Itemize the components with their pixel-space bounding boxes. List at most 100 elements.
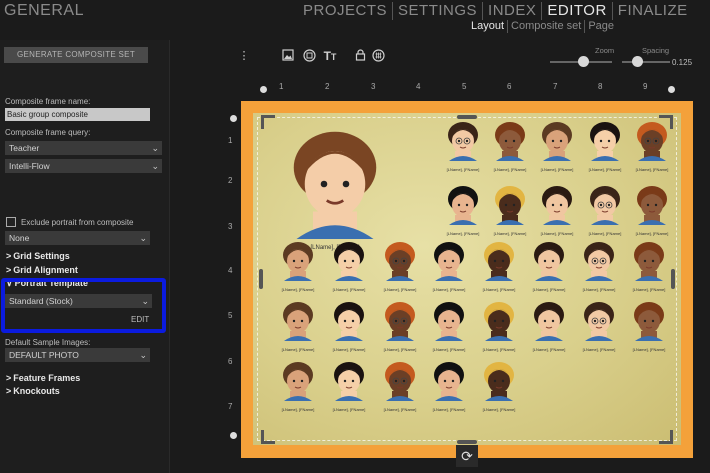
sample-images-label: Default Sample Images:: [5, 338, 91, 347]
spacing-label: Spacing: [642, 46, 670, 55]
student-name: [LName], [FName]: [540, 231, 574, 236]
more-vertical-icon[interactable]: ⋮: [237, 49, 251, 63]
student-portrait[interactable]: [LName], [FName]: [524, 239, 574, 301]
text-icon[interactable]: TT: [323, 49, 337, 63]
crop-handle-bottom[interactable]: [457, 440, 477, 444]
section-grid-alignment-label: Grid Alignment: [13, 265, 78, 275]
student-portrait[interactable]: [LName], [FName]: [375, 359, 425, 421]
student-portrait[interactable]: [LName], [FName]: [424, 299, 474, 361]
student-name: [LName], [FName]: [635, 231, 669, 236]
ruler-v-tick: 4: [228, 266, 233, 275]
student-portrait[interactable]: [LName], [FName]: [438, 183, 488, 245]
student-portrait[interactable]: [LName], [FName]: [273, 359, 323, 421]
section-grid-settings[interactable]: > Grid Settings: [6, 251, 70, 261]
student-portrait[interactable]: [LName], [FName]: [532, 119, 582, 181]
tab-projects[interactable]: PROJECTS: [298, 2, 392, 20]
student-portrait[interactable]: [LName], [FName]: [532, 183, 582, 245]
ruler-marker-top[interactable]: [230, 115, 237, 122]
student-portrait[interactable]: [LName], [FName]: [574, 299, 624, 361]
student-avatar: [587, 121, 623, 161]
student-portrait[interactable]: [LName], [FName]: [624, 299, 674, 361]
ruler-v-tick: 3: [228, 222, 233, 231]
crop-handle-top[interactable]: [457, 115, 477, 119]
student-portrait[interactable]: [LName], [FName]: [474, 359, 524, 421]
student-portrait[interactable]: [LName], [FName]: [580, 183, 630, 245]
tab-editor[interactable]: EDITOR: [541, 2, 611, 20]
generate-composite-set-button[interactable]: GENERATE COMPOSITE SET: [4, 47, 148, 63]
student-portrait[interactable]: [LName], [FName]: [424, 359, 474, 421]
rotate-refresh-button[interactable]: ⟳: [456, 445, 478, 467]
crop-corner-tr[interactable]: [659, 115, 673, 129]
exclude-portrait-checkbox[interactable]: [6, 217, 16, 227]
ruler-h-tick: 4: [416, 82, 421, 91]
student-portrait[interactable]: [LName], [FName]: [574, 239, 624, 301]
ruler-marker-bottom[interactable]: [230, 432, 237, 439]
student-name: [LName], [FName]: [582, 287, 616, 292]
student-portrait[interactable]: [LName], [FName]: [438, 119, 488, 181]
image-icon[interactable]: [281, 49, 295, 63]
crop-corner-bl[interactable]: [261, 430, 275, 444]
composite-background: [LName], [FName] [LName], [FName] [LName],…: [253, 113, 681, 445]
section-knockouts[interactable]: > Knockouts: [6, 386, 60, 396]
query-select-intelliflow[interactable]: Intelli-Flow ⌄: [5, 159, 162, 173]
crop-handle-right[interactable]: [671, 269, 675, 289]
student-portrait[interactable]: [LName], [FName]: [273, 299, 323, 361]
student-name: [LName], [FName]: [446, 167, 480, 172]
query-select-teacher[interactable]: Teacher ⌄: [5, 141, 162, 155]
composite-page[interactable]: [LName], [FName] [LName], [FName] [LName],…: [241, 101, 693, 458]
frame-name-input[interactable]: Basic group composite: [5, 108, 150, 121]
student-portrait[interactable]: [LName], [FName]: [273, 239, 323, 301]
spacing-slider-track[interactable]: [622, 61, 670, 63]
student-avatar: [631, 301, 667, 341]
ruler-marker-right[interactable]: [668, 86, 675, 93]
lock-icon[interactable]: [353, 49, 367, 63]
ruler-v-tick: 6: [228, 357, 233, 366]
student-portrait[interactable]: [LName], [FName]: [324, 359, 374, 421]
spacing-slider-knob[interactable]: [632, 56, 643, 67]
crop-corner-tl[interactable]: [261, 115, 275, 129]
student-portrait[interactable]: [LName], [FName]: [474, 299, 524, 361]
student-portrait[interactable]: [LName], [FName]: [474, 239, 524, 301]
zoom-slider-knob[interactable]: [578, 56, 589, 67]
exclude-select[interactable]: None ⌄: [5, 231, 150, 245]
tab-settings[interactable]: SETTINGS: [392, 2, 482, 20]
section-grid-alignment[interactable]: > Grid Alignment: [6, 265, 78, 275]
student-name: [LName], [FName]: [482, 287, 516, 292]
student-avatar: [331, 301, 367, 341]
frame-icon[interactable]: [302, 49, 316, 63]
student-name: [LName], [FName]: [635, 167, 669, 172]
student-avatar: [531, 241, 567, 281]
subtab-layout[interactable]: Layout: [468, 20, 507, 33]
chevron-down-icon: ⌄: [151, 143, 159, 153]
crop-corner-br[interactable]: [659, 430, 673, 444]
student-portrait[interactable]: [LName], [FName]: [424, 239, 474, 301]
student-portrait[interactable]: [LName], [FName]: [375, 299, 425, 361]
student-portrait[interactable]: [LName], [FName]: [324, 239, 374, 301]
highlight-box: [1, 278, 166, 333]
section-feature-frames[interactable]: > Feature Frames: [6, 373, 80, 383]
student-avatar: [481, 361, 517, 401]
student-portrait[interactable]: [LName], [FName]: [624, 239, 674, 301]
student-portrait[interactable]: [LName], [FName]: [375, 239, 425, 301]
grid-icon[interactable]: [371, 49, 385, 63]
student-name: [LName], [FName]: [632, 347, 666, 352]
student-name: [LName], [FName]: [582, 347, 616, 352]
chevron-down-icon: ⌄: [139, 350, 147, 360]
ruler-h-tick: 5: [462, 82, 467, 91]
student-portrait[interactable]: [LName], [FName]: [627, 183, 677, 245]
ruler-marker-left[interactable]: [260, 86, 267, 93]
horizontal-ruler: 1 2 3 4 5 6 7 8 9: [244, 82, 704, 94]
student-portrait[interactable]: [LName], [FName]: [580, 119, 630, 181]
tab-finalize[interactable]: FINALIZE: [611, 2, 693, 20]
student-portrait[interactable]: [LName], [FName]: [524, 299, 574, 361]
student-portrait[interactable]: [LName], [FName]: [485, 183, 535, 245]
student-portrait[interactable]: [LName], [FName]: [324, 299, 374, 361]
subtab-page[interactable]: Page: [584, 20, 617, 33]
tab-index[interactable]: INDEX: [482, 2, 541, 20]
subtab-composite-set[interactable]: Composite set: [507, 20, 584, 33]
student-name: [LName], [FName]: [383, 347, 417, 352]
student-avatar: [481, 301, 517, 341]
crop-handle-left[interactable]: [259, 269, 263, 289]
student-portrait[interactable]: [LName], [FName]: [485, 119, 535, 181]
sample-images-select[interactable]: DEFAULT PHOTO ⌄: [5, 348, 150, 362]
